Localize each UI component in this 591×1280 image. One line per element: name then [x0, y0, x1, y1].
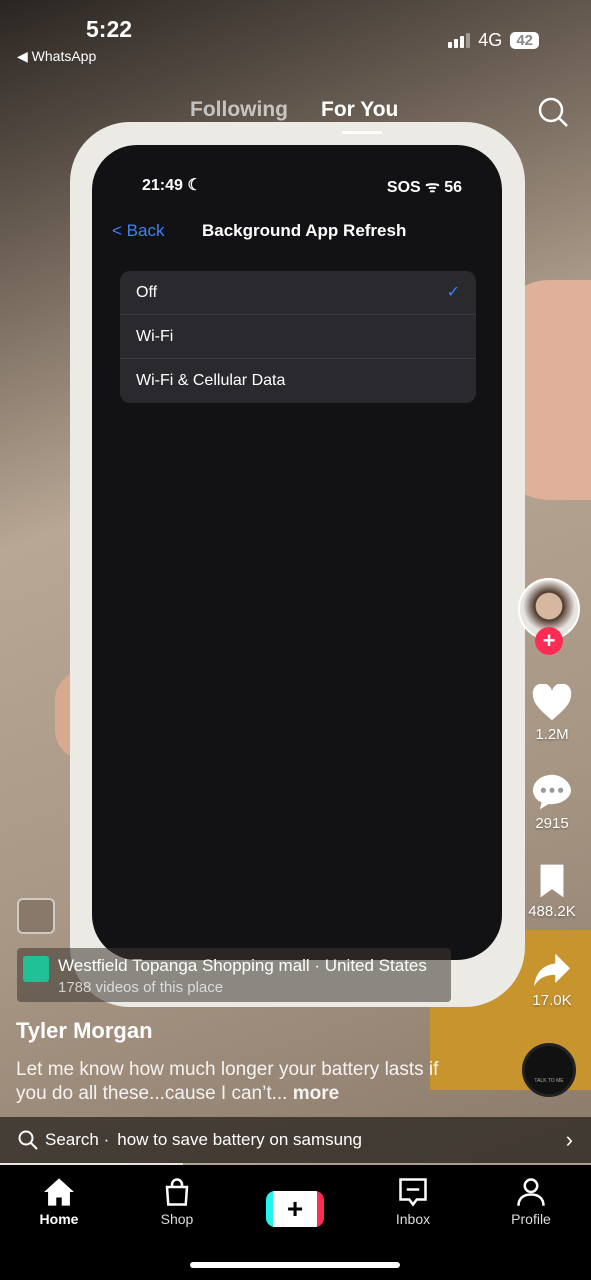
- home-indicator: [190, 1262, 400, 1268]
- follow-button[interactable]: +: [535, 627, 563, 655]
- phone-status-icons: SOS ᯤ 56: [386, 179, 462, 196]
- like-button[interactable]: 1.2M: [523, 684, 581, 743]
- comment-count: 2915: [535, 815, 569, 832]
- share-count: 17.0K: [532, 992, 572, 1009]
- phone-back: < Back: [112, 221, 165, 240]
- author-name[interactable]: Tyler Morgan: [16, 1018, 153, 1044]
- phone-option: Wi-Fi & Cellular Data: [136, 372, 286, 389]
- video-phone-screen: 21:49 ☾ SOS ᯤ 56 < Back Background App Ref…: [92, 145, 502, 960]
- heart-icon: [532, 684, 572, 721]
- comment-icon: [533, 774, 571, 810]
- comment-button[interactable]: 2915: [523, 773, 581, 832]
- search-prefix: Search ·: [45, 1130, 110, 1149]
- phone-option: Off ✓: [120, 271, 476, 315]
- inbox-icon: [399, 1178, 427, 1207]
- signal-icon: [448, 33, 471, 48]
- phone-option: Wi-Fi: [120, 315, 476, 359]
- network-type: 4G: [478, 30, 503, 50]
- location-tag[interactable]: Westfield Topanga Shopping mall · United…: [17, 948, 451, 1002]
- share-icon: [534, 953, 570, 987]
- more-link[interactable]: more: [293, 1083, 339, 1104]
- location-pin-icon: [23, 956, 49, 982]
- related-search-bar[interactable]: Search · how to save battery on samsung …: [0, 1117, 591, 1163]
- checkmark-icon: ✓: [446, 284, 460, 301]
- profile-icon: [517, 1178, 545, 1206]
- active-tab-indicator: [342, 131, 382, 134]
- tab-following[interactable]: Following: [190, 98, 288, 122]
- search-icon: [18, 1130, 38, 1150]
- phone-time: 21:49 ☾: [142, 177, 202, 194]
- battery-icon: 42: [510, 32, 539, 49]
- caption[interactable]: Let me know how much longer your battery…: [16, 1058, 456, 1106]
- phone-title: Background App Refresh: [202, 221, 407, 240]
- tab-for-you[interactable]: For You: [321, 98, 398, 122]
- chevron-right-icon: ›: [565, 1127, 573, 1152]
- nav-home[interactable]: Home: [0, 1165, 118, 1280]
- back-to-app[interactable]: ◀ WhatsApp: [17, 48, 96, 65]
- home-icon: [44, 1178, 74, 1206]
- search-icon[interactable]: [537, 96, 569, 128]
- shop-bag-icon: [165, 1178, 189, 1206]
- phone-options-list: Off ✓ Wi-Fi Wi-Fi & Cellular Data: [120, 271, 476, 403]
- share-button[interactable]: 17.0K: [523, 952, 581, 1009]
- create-button[interactable]: +: [266, 1191, 324, 1227]
- clock: 5:22: [86, 16, 133, 42]
- status-bar: 5:22 ◀ WhatsApp 4G 42: [0, 0, 591, 70]
- like-count: 1.2M: [535, 726, 569, 743]
- save-count: 488.2K: [528, 903, 576, 920]
- location-name: Westfield Topanga Shopping mall · United…: [58, 956, 427, 975]
- bookmark-icon: [540, 864, 564, 898]
- captions-icon[interactable]: [17, 898, 55, 934]
- save-button[interactable]: 488.2K: [523, 863, 581, 920]
- search-query: how to save battery on samsung: [117, 1130, 362, 1149]
- nav-profile[interactable]: Profile: [472, 1165, 590, 1280]
- location-subtitle: 1788 videos of this place: [58, 979, 224, 996]
- music-disc[interactable]: TALK TO ME: [522, 1043, 576, 1097]
